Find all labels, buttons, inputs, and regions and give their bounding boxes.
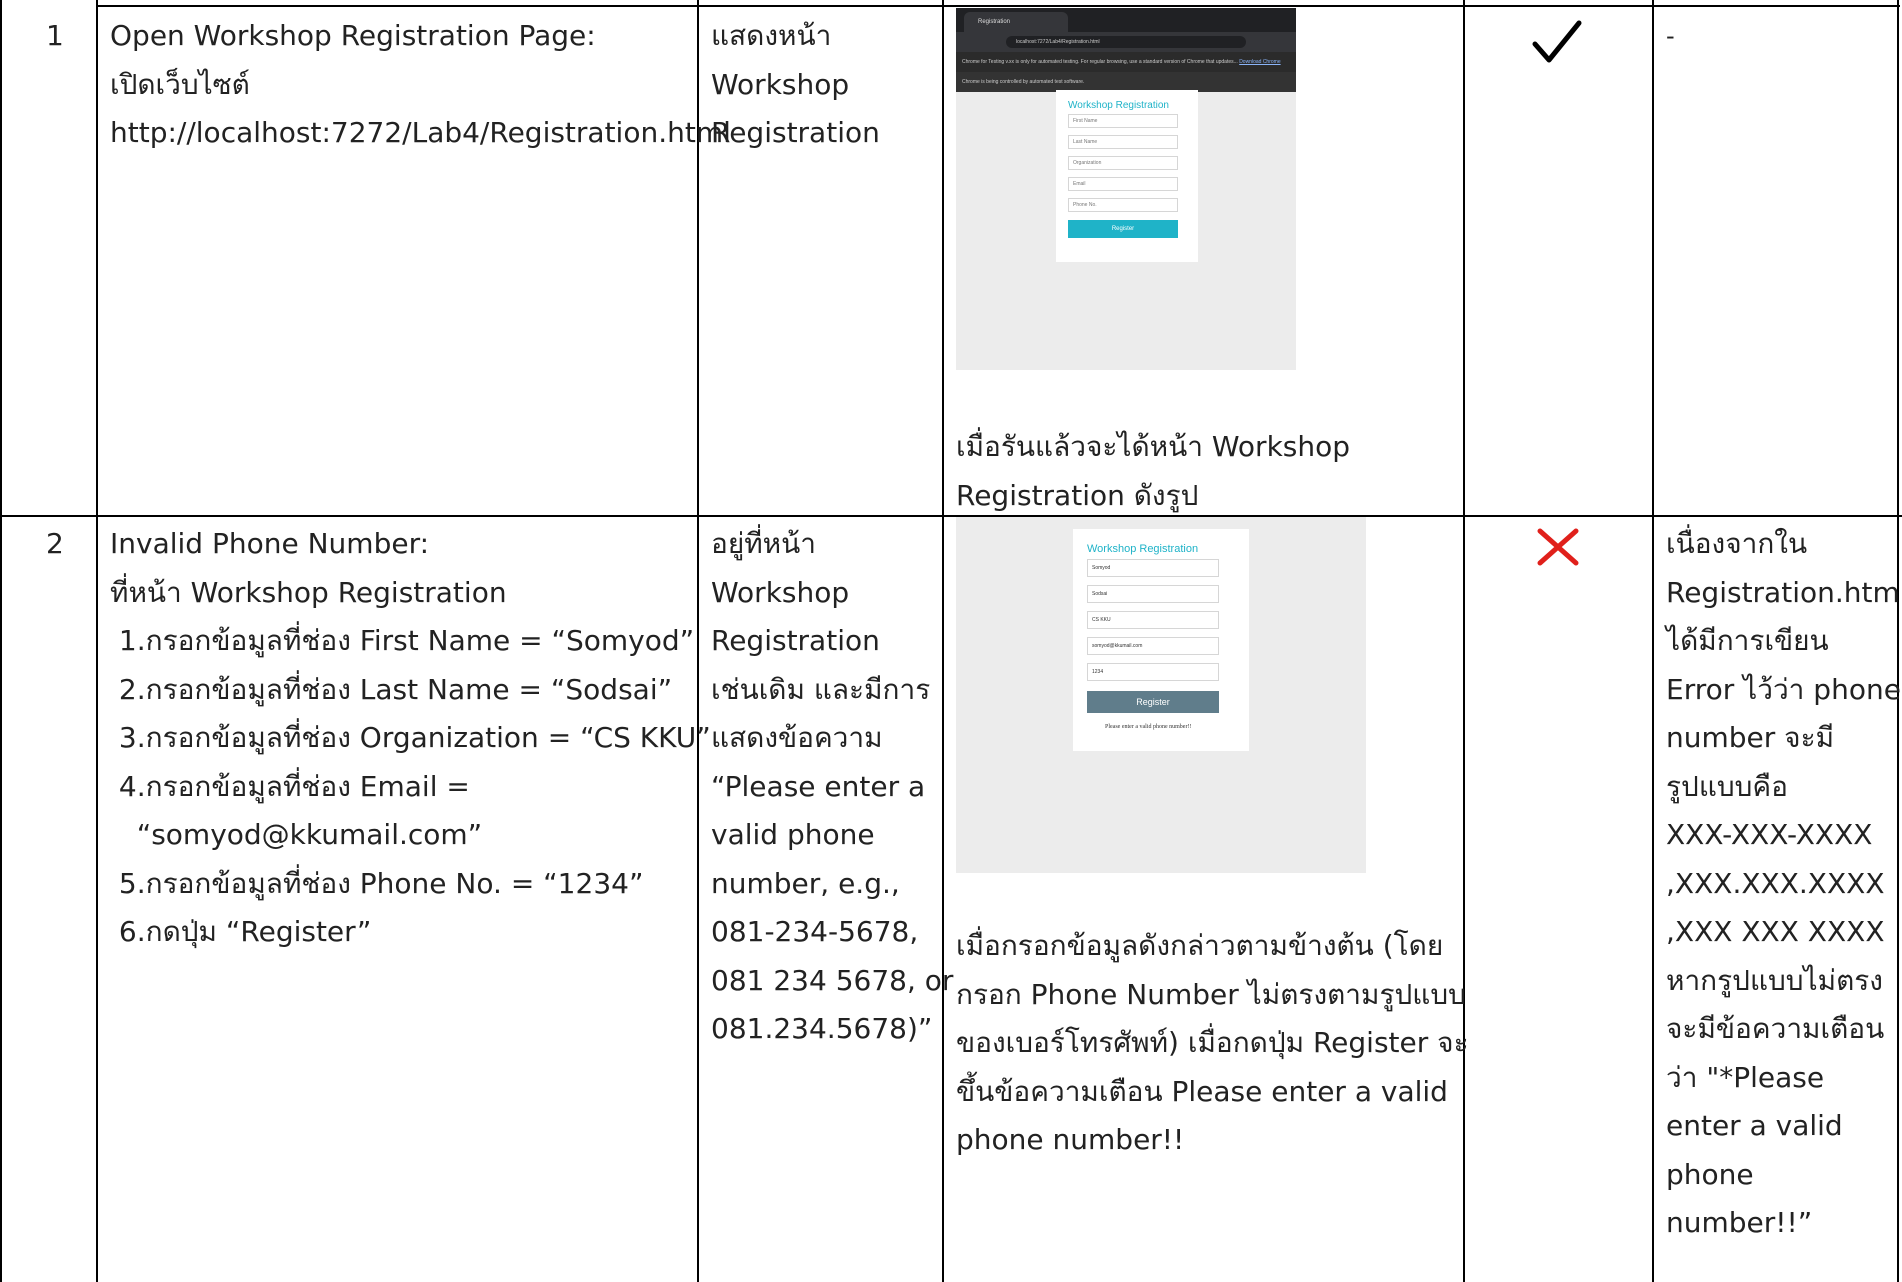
actual-caption: เมื่อกรอกข้อมูลดังกล่าวตามข้างต้น (โดย ก… bbox=[956, 922, 1469, 1165]
email-field: somyod@kkumail.com bbox=[1087, 637, 1219, 655]
registration-form-card: Workshop Registration First Name Last Na… bbox=[1056, 90, 1198, 262]
row-number: 1 bbox=[46, 19, 64, 52]
step-line: “somyod@kkumail.com” bbox=[110, 818, 483, 851]
step-line: 1.กรอกข้อมูลที่ช่อง First Name = “Somyod… bbox=[110, 624, 695, 657]
step-line: ที่หน้า Workshop Registration bbox=[110, 575, 507, 609]
caption-line: เมื่อรันแล้วจะได้หน้า Workshop bbox=[956, 430, 1351, 463]
registration-form-card: Workshop Registration Somyod Sodsai CS K… bbox=[1073, 529, 1249, 751]
organization-field: Organization bbox=[1068, 156, 1178, 170]
remark-line: หากรูปแบบไม่ตรง bbox=[1666, 963, 1883, 997]
step-line: เปิดเว็บไซต์ bbox=[110, 67, 250, 101]
column-divider bbox=[96, 0, 98, 1282]
expected-line: valid phone bbox=[711, 818, 875, 851]
column-divider bbox=[1652, 0, 1654, 1282]
step-line: 4.กรอกข้อมูลที่ช่อง Email = bbox=[110, 769, 470, 803]
expected-line: Registration bbox=[711, 116, 880, 149]
remark-line: phone bbox=[1666, 1157, 1754, 1191]
form-title: Workshop Registration bbox=[1068, 100, 1169, 111]
expected-line: number, e.g., bbox=[711, 866, 900, 900]
expected-line: 081-234-5678, bbox=[711, 915, 919, 948]
step-line: 2.กรอกข้อมูลที่ช่อง Last Name = “Sodsai” bbox=[110, 672, 673, 706]
register-button: Register bbox=[1068, 220, 1178, 238]
step-text: Invalid Phone Number: ที่หน้า Workshop R… bbox=[110, 520, 711, 957]
caption-line: Registration ดังรูป bbox=[956, 478, 1199, 512]
automation-bar: Chrome is being controlled by automated … bbox=[956, 72, 1296, 92]
check-icon bbox=[1532, 20, 1582, 63]
browser-url: localhost:7272/Lab4/Registration.html bbox=[1006, 36, 1246, 48]
step-line: http://localhost:7272/Lab4/Registration.… bbox=[110, 116, 731, 149]
caption-line: เมื่อกรอกข้อมูลดังกล่าวตามข้างต้น (โดย bbox=[956, 929, 1444, 962]
screenshot-invalid-phone: Workshop Registration Somyod Sodsai CS K… bbox=[956, 517, 1366, 873]
remark-line: enter a valid bbox=[1666, 1109, 1843, 1142]
first-name-field: Somyod bbox=[1087, 559, 1219, 577]
remark-line: ว่า "*Please bbox=[1666, 1060, 1825, 1094]
column-divider bbox=[0, 0, 2, 1282]
expected-line: เช่นเดิม และมีการ bbox=[711, 672, 931, 706]
cross-icon bbox=[1537, 528, 1579, 566]
expected-line: “Please enter a bbox=[711, 769, 926, 803]
screenshot-registration-page: Registration localhost:7272/Lab4/Registr… bbox=[956, 8, 1296, 370]
caption-line: phone number!! bbox=[956, 1123, 1185, 1156]
first-name-field: First Name bbox=[1068, 114, 1178, 128]
expected-line: อยู่ที่หน้า bbox=[711, 527, 816, 560]
remark-line: ,XXX.XXX.XXXX bbox=[1666, 866, 1885, 900]
remark-line: รูปแบบคือ bbox=[1666, 769, 1788, 803]
caption-line: ขึ้นข้อความเตือน Please enter a valid bbox=[956, 1074, 1448, 1108]
caption-line: กรอก Phone Number ไม่ตรงตามรูปแบบ bbox=[956, 977, 1466, 1011]
expected-line: Workshop bbox=[711, 575, 850, 609]
phone-error-message: Please enter a valid phone number!! bbox=[1105, 724, 1192, 730]
phone-field: Phone No. bbox=[1068, 198, 1178, 212]
remark-line: number!!” bbox=[1666, 1206, 1813, 1239]
expected-line: Workshop bbox=[711, 67, 850, 101]
actual-caption: เมื่อรันแล้วจะได้หน้า Workshop Registrat… bbox=[956, 423, 1350, 520]
register-button: Register bbox=[1087, 691, 1219, 713]
expected-text: แสดงหน้า Workshop Registration bbox=[711, 12, 880, 158]
caption-line: ของเบอร์โทรศัพท์) เมื่อกดปุ่ม Register จ… bbox=[956, 1026, 1469, 1059]
expected-line: แสดงข้อความ bbox=[711, 721, 883, 754]
expected-text: อยู่ที่หน้า Workshop Registration เช่นเด… bbox=[711, 520, 953, 1054]
remark-line: number จะมี bbox=[1666, 721, 1835, 754]
expected-line: 081 234 5678, or bbox=[711, 963, 954, 997]
step-line: Open Workshop Registration Page: bbox=[110, 19, 596, 52]
row-number: 2 bbox=[46, 527, 64, 560]
expected-line: แสดงหน้า bbox=[711, 19, 832, 52]
step-line: 6.กดปุ่ม “Register” bbox=[110, 915, 372, 948]
remark-line: Registration.html bbox=[1666, 575, 1902, 609]
table-top-border bbox=[96, 5, 1900, 7]
last-name-field: Sodsai bbox=[1087, 585, 1219, 603]
remark-line: XXX-XXX-XXXX bbox=[1666, 818, 1873, 851]
download-chrome-link: Download Chrome bbox=[1239, 59, 1281, 65]
remark-text: - bbox=[1666, 22, 1675, 50]
remark-line: ,XXX XXX XXXX bbox=[1666, 915, 1885, 948]
remark-line: ได้มีการเขียน bbox=[1666, 624, 1829, 657]
step-line: 5.กรอกข้อมูลที่ช่อง Phone No. = “1234” bbox=[110, 866, 644, 900]
expected-line: 081.234.5678)” bbox=[711, 1012, 933, 1045]
phone-field: 1234 bbox=[1087, 663, 1219, 681]
step-text: Open Workshop Registration Page: เปิดเว็… bbox=[110, 12, 731, 158]
organization-field: CS KKU bbox=[1087, 611, 1219, 629]
browser-tab: Registration bbox=[964, 12, 1068, 32]
browser-info-bar: Chrome for Testing v.xx is only for auto… bbox=[956, 52, 1296, 72]
remark-line: เนื่องจากใน bbox=[1666, 527, 1808, 560]
step-line: 3.กรอกข้อมูลที่ช่อง Organization = “CS K… bbox=[110, 721, 711, 754]
browser-address-bar: localhost:7272/Lab4/Registration.html bbox=[956, 32, 1296, 52]
test-case-table: 1 Open Workshop Registration Page: เปิดเ… bbox=[0, 0, 1902, 1282]
email-field: Email bbox=[1068, 177, 1178, 191]
last-name-field: Last Name bbox=[1068, 135, 1178, 149]
form-title: Workshop Registration bbox=[1087, 543, 1199, 555]
remark-line: จะมีข้อความเตือน bbox=[1666, 1012, 1885, 1045]
row-divider bbox=[0, 515, 1902, 517]
expected-line: Registration bbox=[711, 624, 880, 657]
browser-tab-strip: Registration bbox=[956, 8, 1296, 32]
remark-line: Error ไว้ว่า phone bbox=[1666, 672, 1901, 706]
remark-text: เนื่องจากใน Registration.html ได้มีการเข… bbox=[1666, 520, 1902, 1248]
step-line: Invalid Phone Number: bbox=[110, 527, 430, 560]
